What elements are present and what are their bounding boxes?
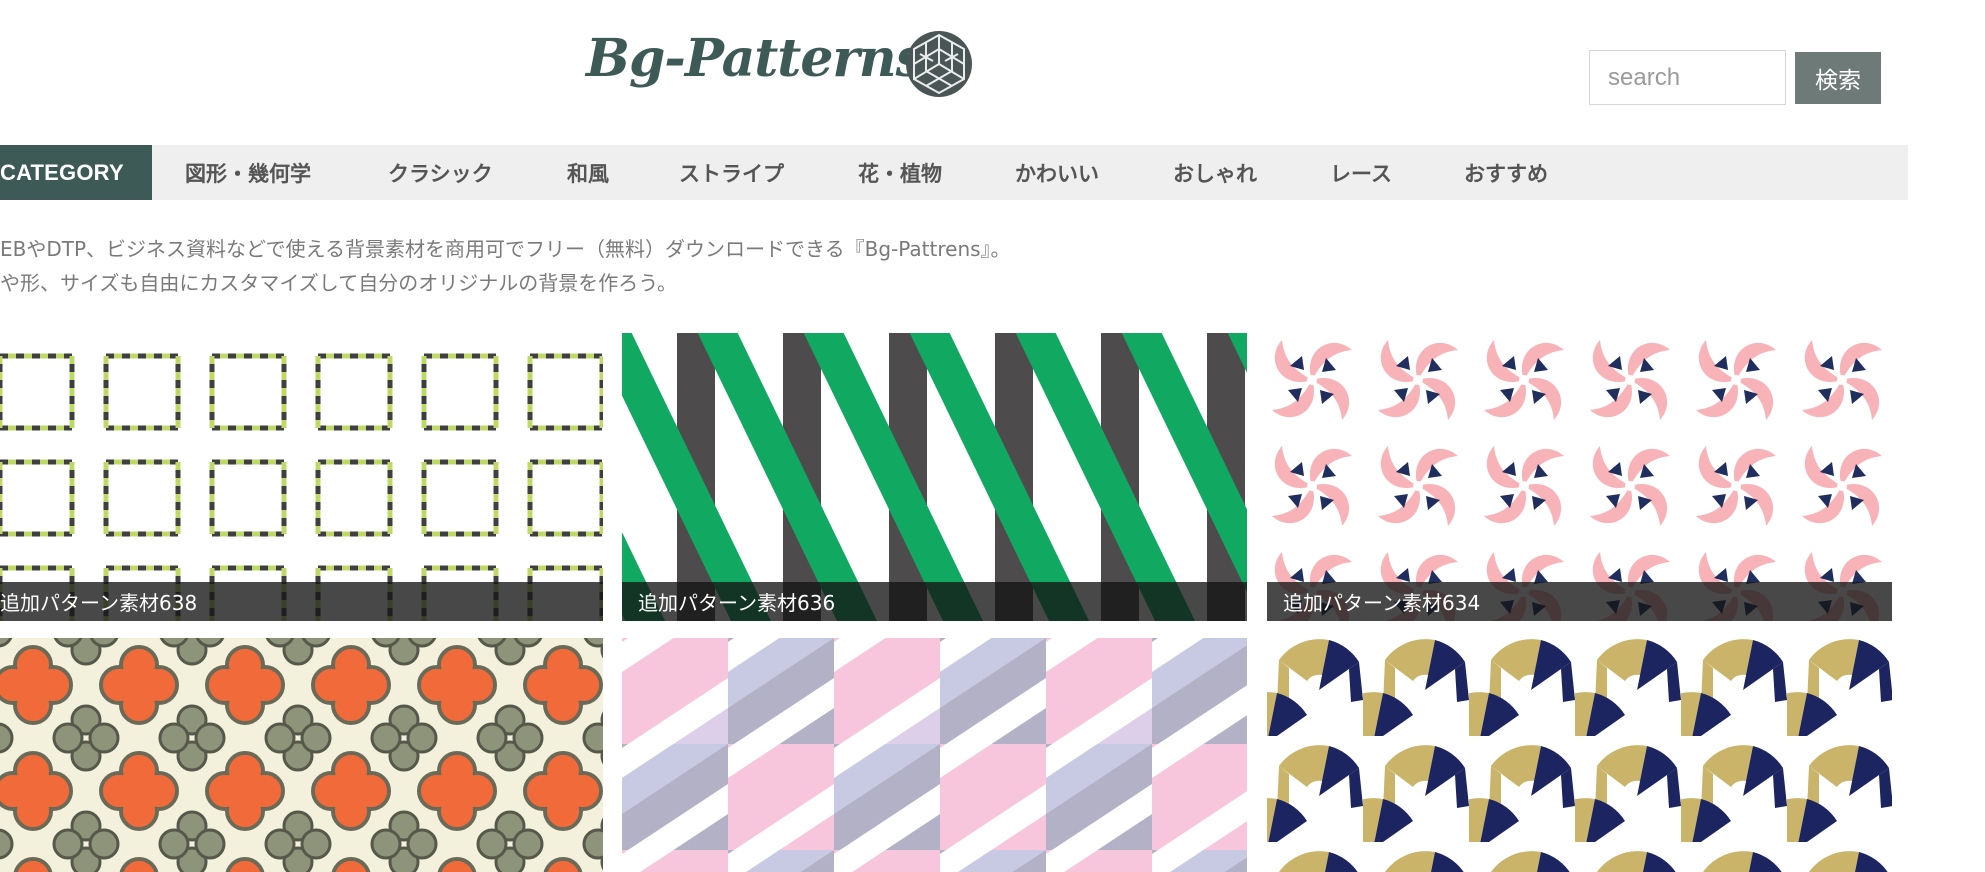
geometric-cube-icon[interactable] [904, 29, 974, 99]
pattern-card[interactable] [1267, 638, 1892, 872]
nav-item-geometric[interactable]: 図形・幾何学 [185, 145, 311, 200]
nav-item-stylish[interactable]: おしゃれ [1173, 145, 1257, 200]
pattern-preview-fans [1267, 638, 1892, 872]
search-input[interactable] [1589, 50, 1786, 105]
nav-item-recommended[interactable]: おすすめ [1464, 145, 1548, 200]
pattern-card-636[interactable]: 追加パターン素材636 [622, 333, 1247, 621]
pattern-preview-diagonal-stripes [622, 333, 1247, 621]
nav-item-lace[interactable]: レース [1330, 145, 1392, 200]
pattern-preview-clovers [0, 638, 603, 872]
nav-item-stripe[interactable]: ストライプ [679, 145, 784, 200]
nav-item-japanese[interactable]: 和風 [567, 145, 609, 200]
nav-item-cute[interactable]: かわいい [1015, 145, 1099, 200]
category-nav: CATEGORY 図形・幾何学 クラシック 和風 ストライプ 花・植物 かわいい… [0, 145, 1908, 200]
card-title[interactable]: 追加パターン素材638 [0, 582, 603, 621]
pattern-preview-pastel-blocks [622, 638, 1247, 872]
category-label: CATEGORY [0, 145, 152, 200]
card-title[interactable]: 追加パターン素材636 [622, 582, 1247, 621]
pattern-card[interactable] [622, 638, 1247, 872]
pattern-preview-pinwheels [1267, 333, 1892, 621]
pattern-card-634[interactable]: 追加パターン素材634 [1267, 333, 1892, 621]
nav-item-classic[interactable]: クラシック [388, 145, 493, 200]
search-button[interactable]: 検索 [1795, 52, 1881, 104]
card-title[interactable]: 追加パターン素材634 [1267, 582, 1892, 621]
site-description-line2: や形、サイズも自由にカスタマイズして自分のオリジナルの背景を作ろう。 [0, 271, 677, 295]
site-logo[interactable]: Bg-Patterns [586, 28, 925, 89]
pattern-card-638[interactable]: 追加パターン素材638 [0, 333, 603, 621]
pattern-card[interactable] [0, 638, 603, 872]
site-description-line1: EBやDTP、ビジネス資料などで使える背景素材を商用可でフリー（無料）ダウンロー… [0, 237, 1011, 261]
pattern-preview-dashed-squares [0, 333, 603, 621]
nav-item-flower-plant[interactable]: 花・植物 [858, 145, 942, 200]
